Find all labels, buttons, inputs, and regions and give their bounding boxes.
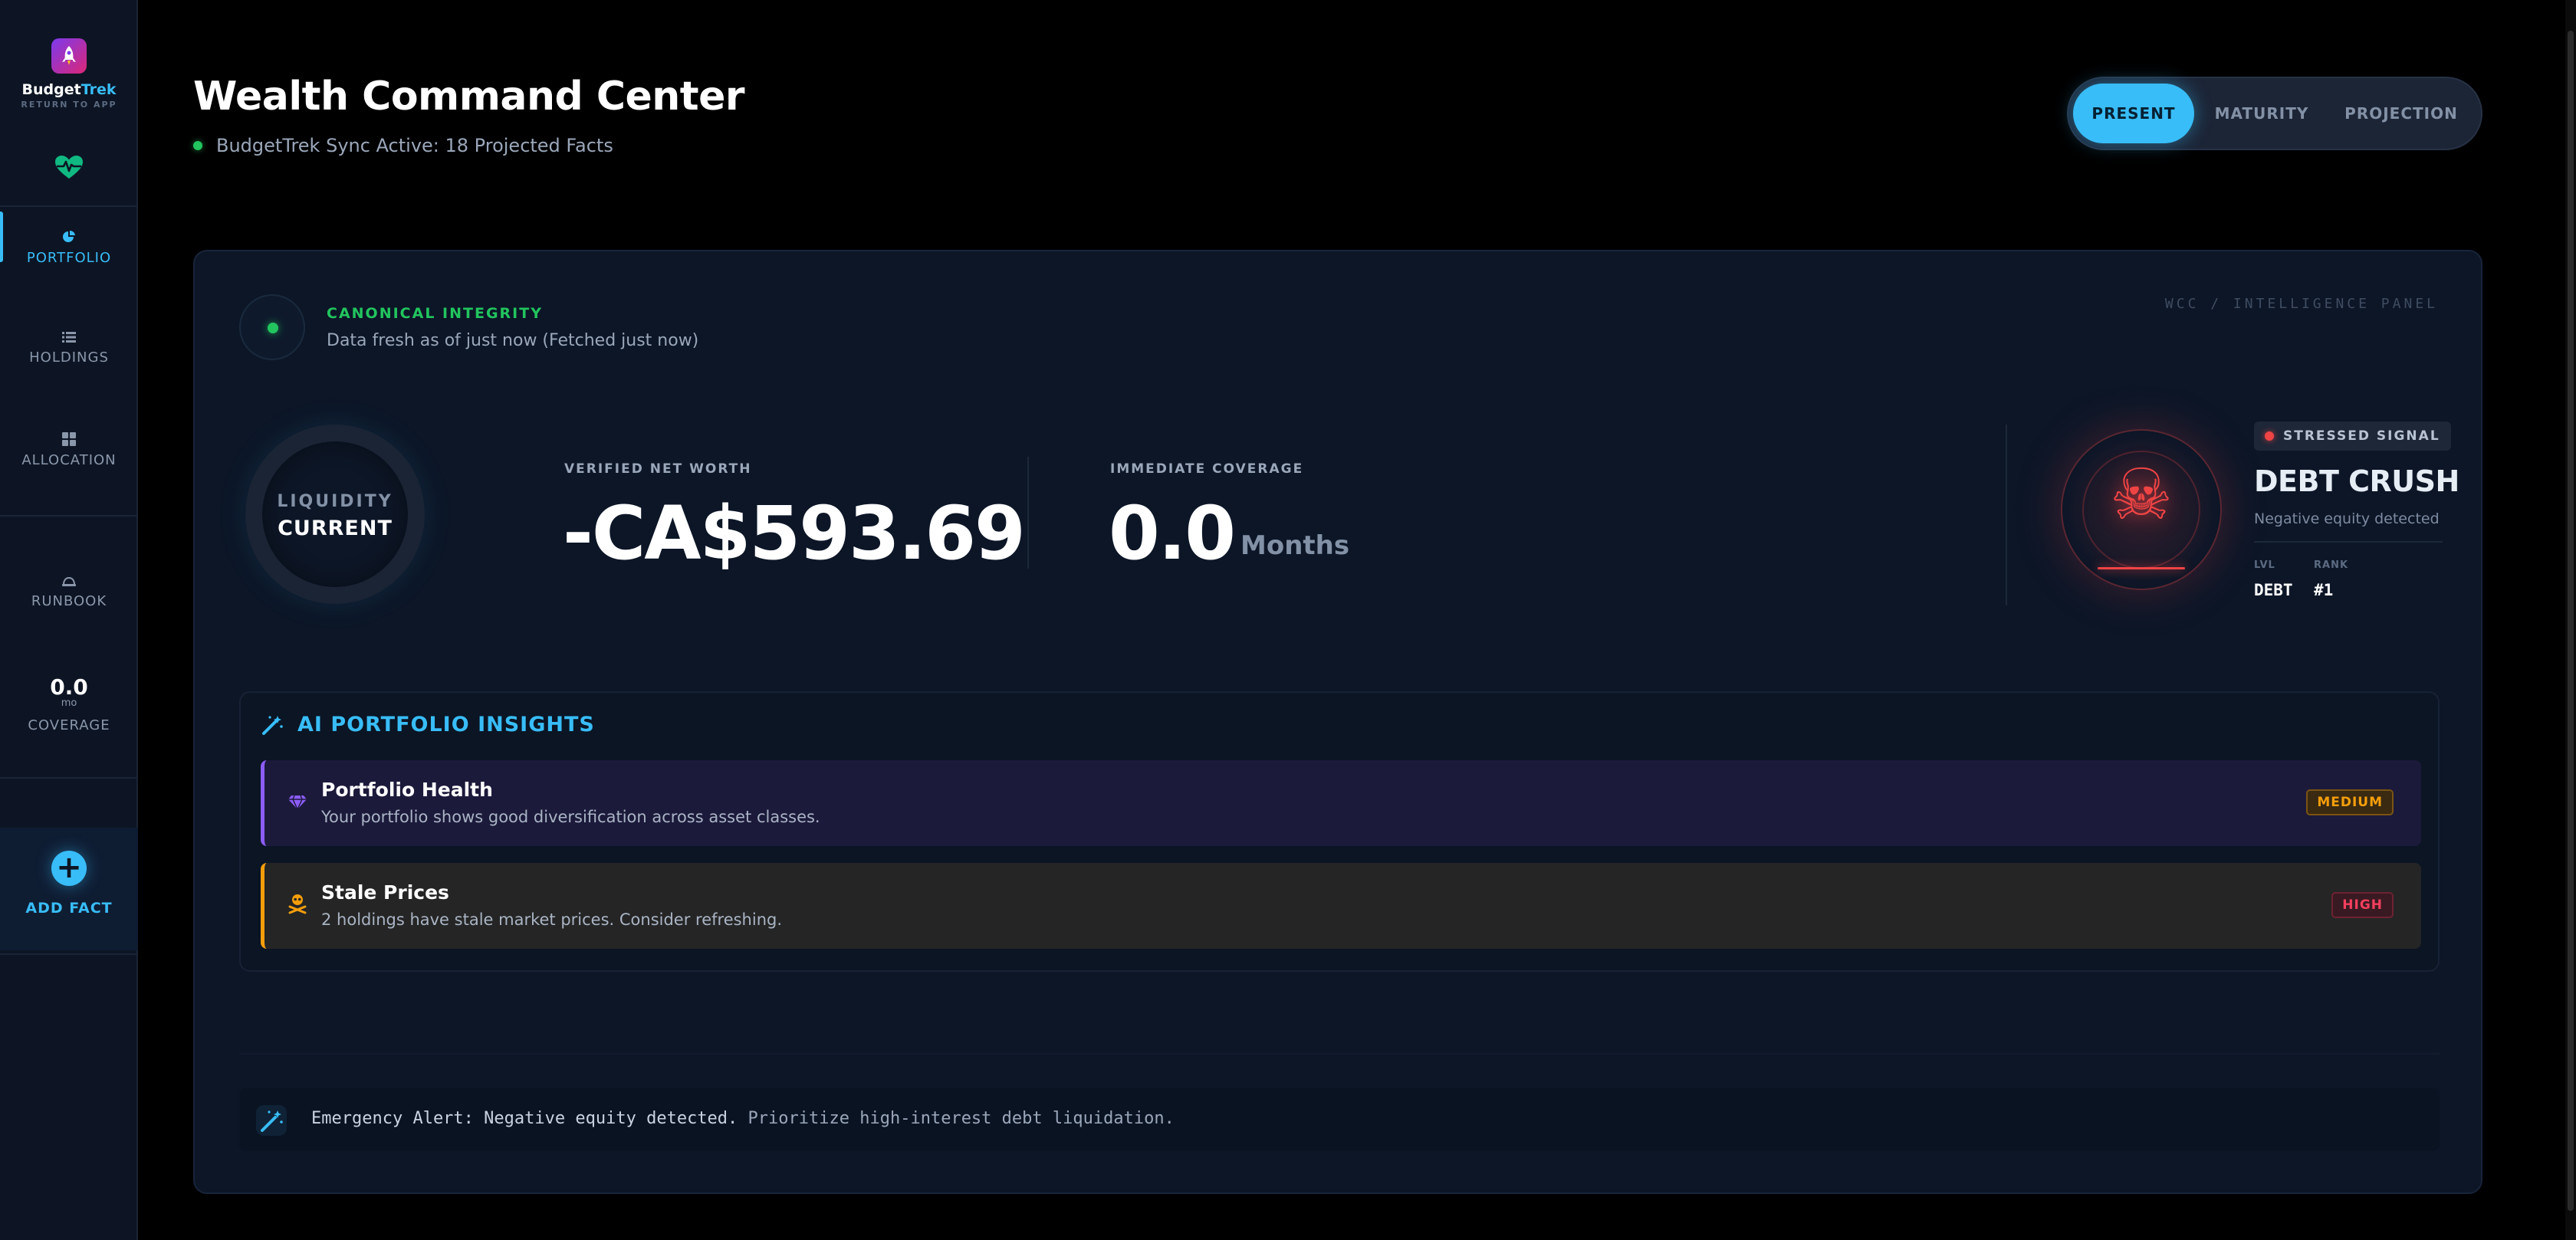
sidebar-coverage-label: COVERAGE — [28, 717, 110, 733]
status-dot-icon — [193, 141, 202, 150]
integrity-title: CANONICAL INTEGRITY — [327, 305, 543, 322]
sidebar-item-holdings[interactable]: HOLDINGS — [0, 331, 138, 366]
mode-projection-button[interactable]: PROJECTION — [2329, 84, 2473, 143]
grid-icon — [62, 432, 76, 446]
sidebar-coverage-unit: mo — [61, 697, 77, 709]
mode-maturity-button[interactable]: MATURITY — [2194, 84, 2329, 143]
rank-value: #1 — [2314, 581, 2334, 599]
coverage-value: 0.0 — [1109, 490, 1236, 576]
alert-lead: Emergency Alert: Negative equity detecte… — [311, 1109, 738, 1128]
insight-description: 2 holdings have stale market prices. Con… — [321, 910, 783, 929]
heart-pulse-icon[interactable] — [52, 153, 86, 181]
sidebar-divider — [0, 515, 138, 517]
lvl-value: DEBT — [2254, 581, 2293, 599]
insight-title: Portfolio Health — [321, 779, 493, 801]
sidebar-item-label: RUNBOOK — [31, 593, 107, 609]
liquidity-value: CURRENT — [278, 517, 393, 540]
insight-card-stale-prices[interactable]: Stale Prices 2 holdings have stale marke… — [261, 863, 2421, 949]
signal-title: DEBT CRUSH — [2254, 464, 2459, 498]
scrollbar-thumb[interactable] — [2568, 31, 2574, 1211]
emblem-glow-line — [2098, 567, 2185, 569]
brand-logo[interactable]: BudgetTrek RETURN TO APP — [0, 38, 138, 110]
sync-status-text: BudgetTrek Sync Active: 18 Projected Fac… — [216, 135, 613, 156]
status-badge-text: STRESSED SIGNAL — [2283, 428, 2440, 444]
skull-crossbones-icon: ☠ — [2109, 454, 2174, 536]
gem-icon — [288, 795, 307, 811]
debt-signal-emblem: ☠ — [2061, 429, 2222, 590]
liquidity-gauge: LIQUIDITY CURRENT — [245, 425, 425, 604]
integrity-subtitle: Data fresh as of just now (Fetched just … — [327, 331, 699, 350]
skull-icon — [288, 894, 307, 914]
emergency-alert-bar: Emergency Alert: Negative equity detecte… — [239, 1088, 2440, 1151]
coverage-unit: Months — [1240, 530, 1350, 561]
severity-badge: MEDIUM — [2306, 789, 2394, 815]
sidebar-item-label: HOLDINGS — [29, 349, 109, 366]
brand-name: BudgetTrek — [21, 81, 117, 98]
rank-label: RANK — [2314, 559, 2349, 571]
magic-wand-icon — [262, 715, 283, 735]
integrity-indicator — [239, 294, 305, 360]
list-icon — [62, 332, 76, 343]
sidebar-item-portfolio[interactable]: PORTFOLIO — [0, 212, 138, 266]
add-fact-label: ADD FACT — [25, 900, 113, 917]
add-fact-button[interactable]: + ADD FACT — [0, 828, 138, 950]
insight-description: Your portfolio shows good diversificatio… — [321, 808, 820, 826]
intelligence-panel: CANONICAL INTEGRITY Data fresh as of jus… — [193, 250, 2482, 1194]
sidebar-coverage-value: 0.0 — [50, 674, 88, 700]
insight-card-portfolio-health[interactable]: Portfolio Health Your portfolio shows go… — [261, 760, 2421, 846]
coverage-label: IMMEDIATE COVERAGE — [1110, 461, 1304, 477]
sidebar-divider — [0, 205, 138, 207]
liquidity-label: LIQUIDITY — [277, 492, 393, 511]
plus-circle-icon: + — [51, 851, 87, 886]
mode-switch: PRESENT MATURITY PROJECTION — [2067, 77, 2482, 150]
scrollbar[interactable] — [2565, 0, 2576, 1240]
mode-present-button[interactable]: PRESENT — [2073, 84, 2194, 143]
signal-divider-line — [2254, 541, 2443, 543]
sidebar-divider — [0, 953, 138, 955]
pie-chart-icon — [63, 230, 75, 242]
ai-insights-title: AI PORTFOLIO INSIGHTS — [297, 713, 595, 736]
section-divider — [239, 1053, 2440, 1055]
emergency-alert-text: Emergency Alert: Negative equity detecte… — [311, 1109, 1175, 1128]
page-title: Wealth Command Center — [193, 74, 745, 120]
sidebar-item-label: ALLOCATION — [21, 452, 117, 468]
signal-divider — [2006, 425, 2007, 605]
net-worth-label: VERIFIED NET WORTH — [564, 461, 752, 477]
sidebar-divider — [0, 777, 138, 779]
alert-dot-icon — [2265, 431, 2274, 441]
insight-title: Stale Prices — [321, 881, 449, 904]
net-worth-value: -CA$593.69 — [563, 490, 1026, 576]
sidebar: BudgetTrek RETURN TO APP PORTFOLIO HOLDI… — [0, 0, 138, 1240]
alert-rest: Prioritize high-interest debt liquidatio… — [738, 1109, 1175, 1128]
lvl-label: LVL — [2254, 559, 2275, 571]
sync-status: BudgetTrek Sync Active: 18 Projected Fac… — [193, 135, 613, 156]
ai-insights-section: AI PORTFOLIO INSIGHTS Portfolio Health Y… — [239, 691, 2440, 972]
status-badge: STRESSED SIGNAL — [2254, 422, 2451, 451]
panel-tag: WCC / INTELLIGENCE PANEL — [2164, 296, 2438, 312]
ai-insights-heading: AI PORTFOLIO INSIGHTS — [261, 713, 595, 736]
status-dot-icon — [268, 323, 278, 333]
sidebar-item-runbook[interactable]: RUNBOOK — [0, 576, 138, 609]
magic-wand-icon — [256, 1105, 287, 1136]
signal-subtitle: Negative equity detected — [2254, 510, 2440, 527]
sidebar-item-label: PORTFOLIO — [26, 250, 112, 266]
sidebar-item-allocation[interactable]: ALLOCATION — [0, 432, 138, 468]
severity-badge: HIGH — [2331, 892, 2394, 918]
metric-divider — [1027, 457, 1029, 569]
rocket-icon — [51, 38, 87, 74]
return-to-app-link[interactable]: RETURN TO APP — [0, 100, 138, 110]
hardhat-icon — [62, 576, 76, 586]
